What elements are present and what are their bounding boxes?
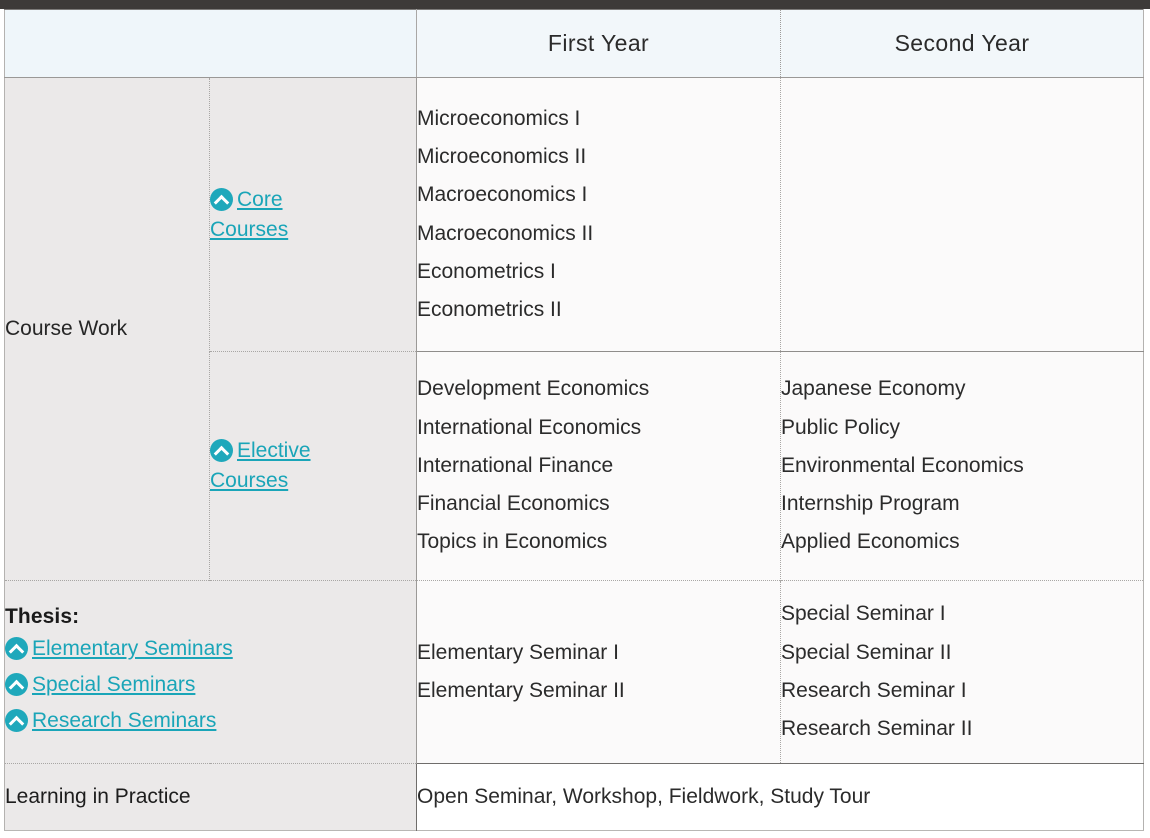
- list-item: Microeconomics I: [417, 106, 581, 130]
- header-second-year: Second Year: [780, 9, 1144, 78]
- thesis-second-year-courses: Special Seminar I Special Seminar II Res…: [780, 579, 1144, 764]
- special-seminars-link[interactable]: Special Seminars: [5, 667, 416, 703]
- elective-courses-label-cell: Elective Courses: [209, 351, 417, 581]
- header-blank-cell: [4, 9, 417, 78]
- thesis-label-cell: Thesis: Elementary Seminars Special Semi…: [4, 579, 417, 764]
- list-item: Microeconomics II: [417, 145, 587, 169]
- course-work-label: Course Work: [4, 77, 210, 581]
- table-header-row: First Year Second Year: [4, 9, 1144, 78]
- elementary-seminars-link-label[interactable]: Elementary Seminars: [32, 637, 233, 660]
- list-item: Internship Program: [781, 492, 960, 516]
- chevron-up-circle-icon: [210, 439, 233, 463]
- table-row-thesis: Thesis: Elementary Seminars Special Semi…: [4, 579, 1144, 764]
- list-item: Econometrics I: [417, 259, 556, 283]
- list-item: Macroeconomics I: [417, 183, 588, 207]
- special-seminars-link-label[interactable]: Special Seminars: [32, 673, 195, 696]
- list-item: Econometrics II: [417, 298, 562, 322]
- list-item: International Finance: [417, 453, 614, 477]
- elementary-seminars-link[interactable]: Elementary Seminars: [5, 631, 416, 667]
- learning-in-practice-value: Open Seminar, Workshop, Fieldwork, Study…: [416, 763, 1144, 831]
- core-courses-link-line1[interactable]: Core: [237, 188, 283, 211]
- list-item: Environmental Economics: [781, 453, 1024, 477]
- research-seminars-link[interactable]: Research Seminars: [5, 703, 416, 739]
- elective-first-year-courses: Development Economics International Econ…: [416, 351, 781, 581]
- list-item: Public Policy: [781, 415, 901, 439]
- list-item: Elementary Seminar I: [417, 640, 619, 664]
- chevron-up-circle-icon: [5, 636, 28, 660]
- list-item: Special Seminar I: [781, 602, 946, 626]
- core-second-year-courses: [780, 77, 1144, 353]
- core-first-year-courses: Microeconomics I Microeconomics II Macro…: [416, 77, 781, 353]
- list-item: Financial Economics: [417, 492, 610, 516]
- list-item: Elementary Seminar II: [417, 678, 625, 702]
- list-item: Japanese Economy: [781, 377, 966, 401]
- thesis-first-year-courses: Elementary Seminar I Elementary Seminar …: [416, 579, 781, 764]
- header-first-year: First Year: [416, 9, 781, 78]
- list-item: Topics in Economics: [417, 530, 608, 554]
- core-courses-label-cell: Core Courses: [209, 77, 417, 353]
- list-item: Research Seminar I: [781, 678, 967, 702]
- curriculum-page: First Year Second Year Course Work Core C…: [0, 0, 1150, 838]
- chevron-up-circle-icon: [5, 672, 28, 696]
- chevron-up-circle-icon: [210, 187, 233, 211]
- list-item: International Economics: [417, 415, 642, 439]
- list-item: Special Seminar II: [781, 640, 952, 664]
- elective-courses-link-line2[interactable]: Courses: [210, 469, 288, 492]
- core-courses-link-line2[interactable]: Courses: [210, 218, 288, 241]
- chevron-up-circle-icon: [5, 708, 28, 732]
- research-seminars-link-label[interactable]: Research Seminars: [32, 709, 216, 732]
- learning-in-practice-label: Learning in Practice: [4, 763, 417, 831]
- list-item: Macroeconomics II: [417, 221, 594, 245]
- top-dark-bar: [0, 0, 1150, 9]
- table-row-core-courses: Course Work Core Courses Microeconomics I…: [4, 77, 1144, 581]
- elective-second-year-courses: Japanese Economy Public Policy Environme…: [780, 351, 1144, 581]
- curriculum-table: First Year Second Year Course Work Core C…: [4, 9, 1144, 831]
- elective-courses-link-line1[interactable]: Elective: [237, 439, 311, 462]
- list-item: Development Economics: [417, 377, 650, 401]
- thesis-title: Thesis:: [5, 604, 80, 628]
- table-row-learning-in-practice: Learning in Practice Open Seminar, Works…: [4, 763, 1144, 831]
- list-item: Research Seminar II: [781, 717, 973, 741]
- list-item: Applied Economics: [781, 530, 960, 554]
